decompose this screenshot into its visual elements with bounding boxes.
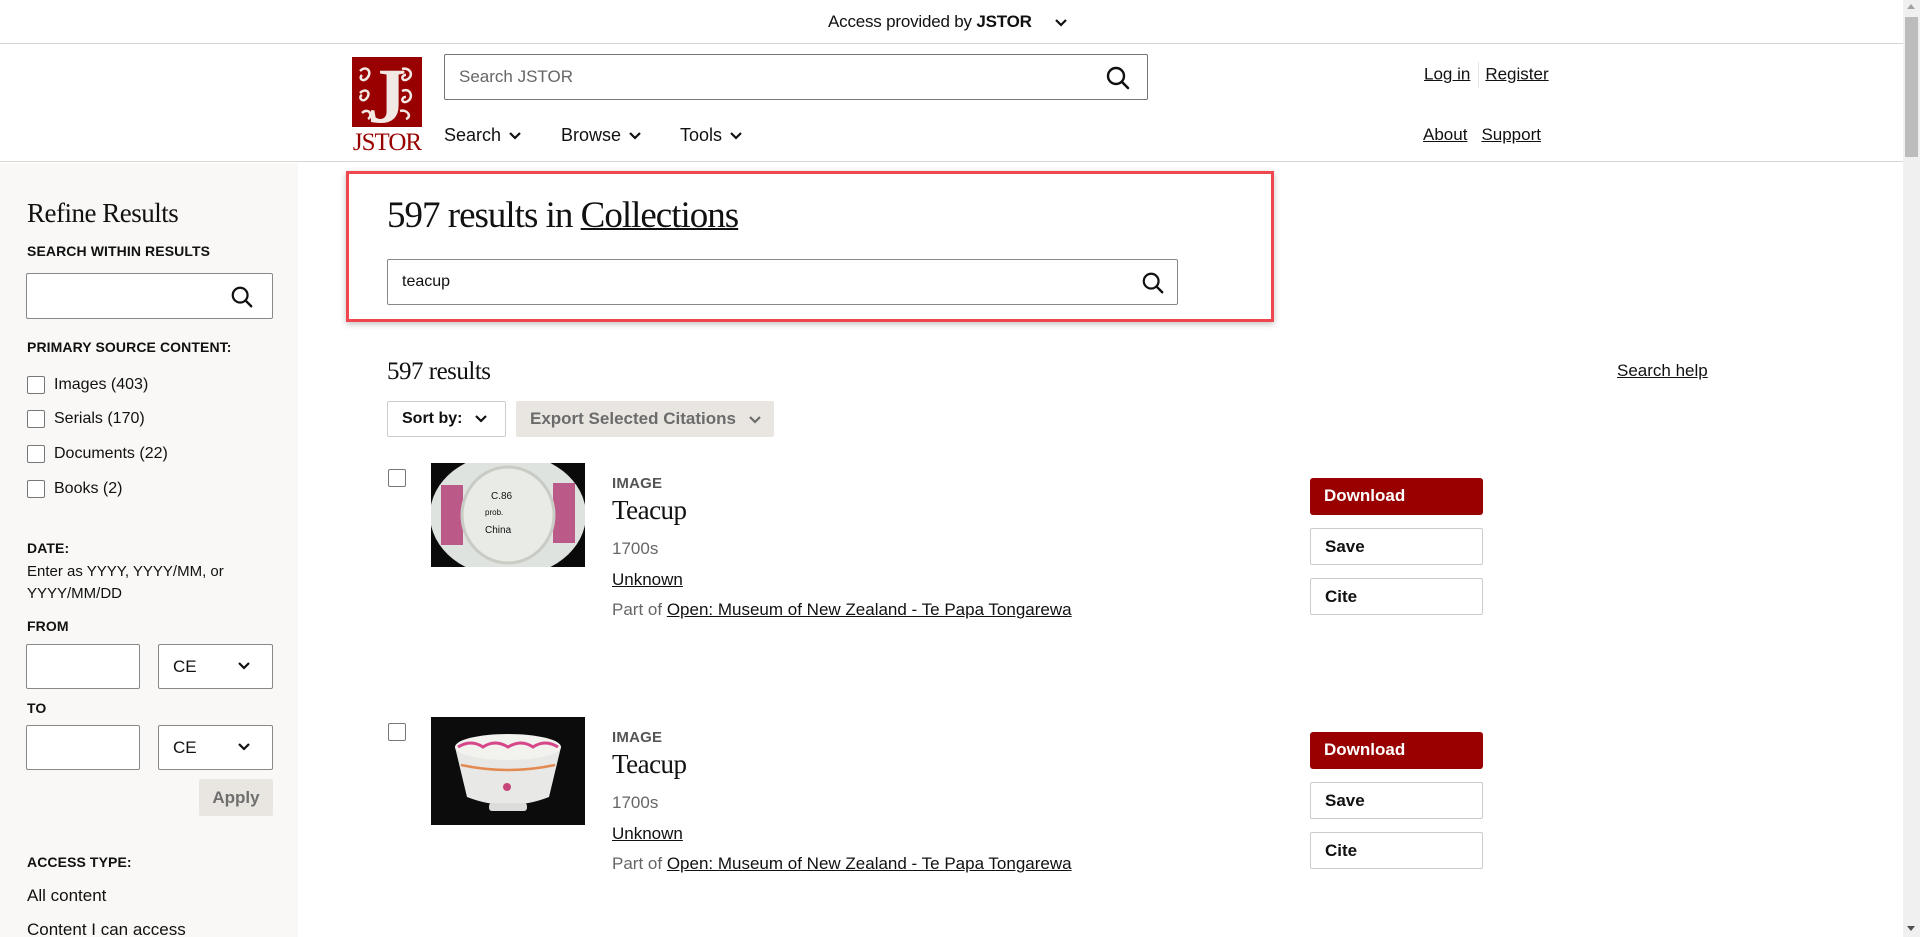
search-within-input[interactable] (35, 274, 225, 318)
nav-search[interactable]: Search (444, 125, 521, 146)
select-result-checkbox[interactable] (388, 723, 406, 741)
scroll-up-arrow-icon[interactable] (1907, 4, 1915, 9)
result-creator-link[interactable]: Unknown (612, 570, 683, 590)
chevron-down-icon (748, 415, 761, 424)
scroll-down-arrow-icon[interactable] (1907, 926, 1915, 931)
save-button[interactable]: Save (1310, 782, 1483, 819)
result-part-of: Part of Open: Museum of New Zealand - Te… (612, 854, 1072, 873)
result-date: 1700s (612, 793, 659, 812)
divider (1478, 62, 1480, 88)
checkbox[interactable] (27, 445, 45, 463)
teacup-underside-image: C.86 prob. China (431, 463, 585, 567)
result-part-of: Part of Open: Museum of New Zealand - Te… (612, 600, 1072, 619)
search-icon[interactable] (230, 285, 254, 309)
svg-text:prob.: prob. (485, 508, 503, 517)
primary-source-label: PRIMARY SOURCE CONTENT: (27, 339, 232, 355)
access-provided-text[interactable]: Access provided by JSTOR (828, 12, 1032, 32)
results-heading: 597 results in Collections (387, 195, 740, 236)
facet-documents[interactable]: Documents (22) (27, 445, 168, 463)
search-help-link[interactable]: Search help (1617, 361, 1708, 381)
collection-link[interactable]: Open: Museum of New Zealand - Te Papa To… (667, 600, 1072, 619)
chevron-down-icon (629, 132, 641, 140)
chevron-down-icon[interactable] (1054, 16, 1068, 30)
select-result-checkbox[interactable] (388, 469, 406, 487)
page-scrollbar[interactable] (1903, 0, 1920, 937)
nav-browse[interactable]: Browse (561, 125, 641, 146)
support-link[interactable]: Support (1481, 125, 1541, 144)
query-search-box (387, 259, 1178, 305)
search-icon[interactable] (1141, 271, 1165, 295)
result-type: IMAGE (612, 729, 663, 746)
checkbox[interactable] (27, 410, 45, 428)
jstor-logo-mark: J (352, 57, 422, 127)
chevron-down-icon (475, 414, 487, 423)
export-citations-dropdown[interactable]: Export Selected Citations (516, 401, 774, 437)
global-search-input[interactable] (459, 55, 1079, 99)
result-type: IMAGE (612, 475, 663, 492)
site-header: J JSTOR Search Browse Tools (0, 45, 1903, 162)
about-link[interactable]: About (1423, 125, 1467, 144)
search-icon[interactable] (1105, 65, 1131, 91)
account-links: Log in Register (1424, 62, 1549, 88)
result-creator-link[interactable]: Unknown (612, 824, 683, 844)
scrollbar-thumb[interactable] (1905, 17, 1918, 157)
result-title[interactable]: Teacup (612, 495, 687, 526)
download-button[interactable]: Download (1310, 732, 1483, 769)
global-search-box (444, 54, 1148, 100)
collections-link[interactable]: Collections (581, 195, 740, 236)
cite-button[interactable]: Cite (1310, 832, 1483, 869)
result-item: C.86 prob. China IMAGE Teacup 1700s Unkn… (0, 463, 1900, 663)
query-search-input[interactable] (402, 260, 1102, 304)
access-content-i-can-access[interactable]: Content I can access (27, 920, 186, 937)
results-count: 597 results (387, 358, 491, 385)
result-date: 1700s (612, 539, 659, 558)
result-thumbnail[interactable] (431, 717, 585, 825)
facet-images[interactable]: Images (403) (27, 376, 148, 394)
search-within-label: SEARCH WITHIN RESULTS (27, 243, 211, 259)
to-label: TO (27, 700, 47, 716)
download-button[interactable]: Download (1310, 478, 1483, 515)
refine-results-title: Refine Results (27, 198, 179, 228)
sort-by-dropdown[interactable]: Sort by: (387, 401, 506, 437)
access-provider: JSTOR (976, 12, 1032, 31)
logo-ornament-icon (359, 67, 413, 121)
login-link[interactable]: Log in (1424, 64, 1470, 83)
access-banner: Access provided by JSTOR (0, 0, 1903, 44)
svg-text:China: China (485, 525, 512, 536)
search-within-box (26, 273, 273, 319)
info-links: About Support (1423, 125, 1555, 145)
chevron-down-icon (730, 132, 742, 140)
register-link[interactable]: Register (1485, 64, 1548, 83)
collection-link[interactable]: Open: Museum of New Zealand - Te Papa To… (667, 854, 1072, 873)
result-thumbnail[interactable]: C.86 prob. China (431, 463, 585, 567)
checkbox[interactable] (27, 376, 45, 394)
facet-serials[interactable]: Serials (170) (27, 410, 145, 428)
result-title[interactable]: Teacup (612, 749, 687, 780)
svg-text:C.86: C.86 (491, 491, 513, 502)
nav-tools[interactable]: Tools (680, 125, 742, 146)
cite-button[interactable]: Cite (1310, 578, 1483, 615)
chevron-down-icon (509, 132, 521, 140)
jstor-logo[interactable]: J JSTOR (352, 57, 422, 157)
teacup-side-image (431, 717, 585, 825)
save-button[interactable]: Save (1310, 528, 1483, 565)
result-item: IMAGE Teacup 1700s Unknown Part of Open:… (0, 717, 1900, 917)
